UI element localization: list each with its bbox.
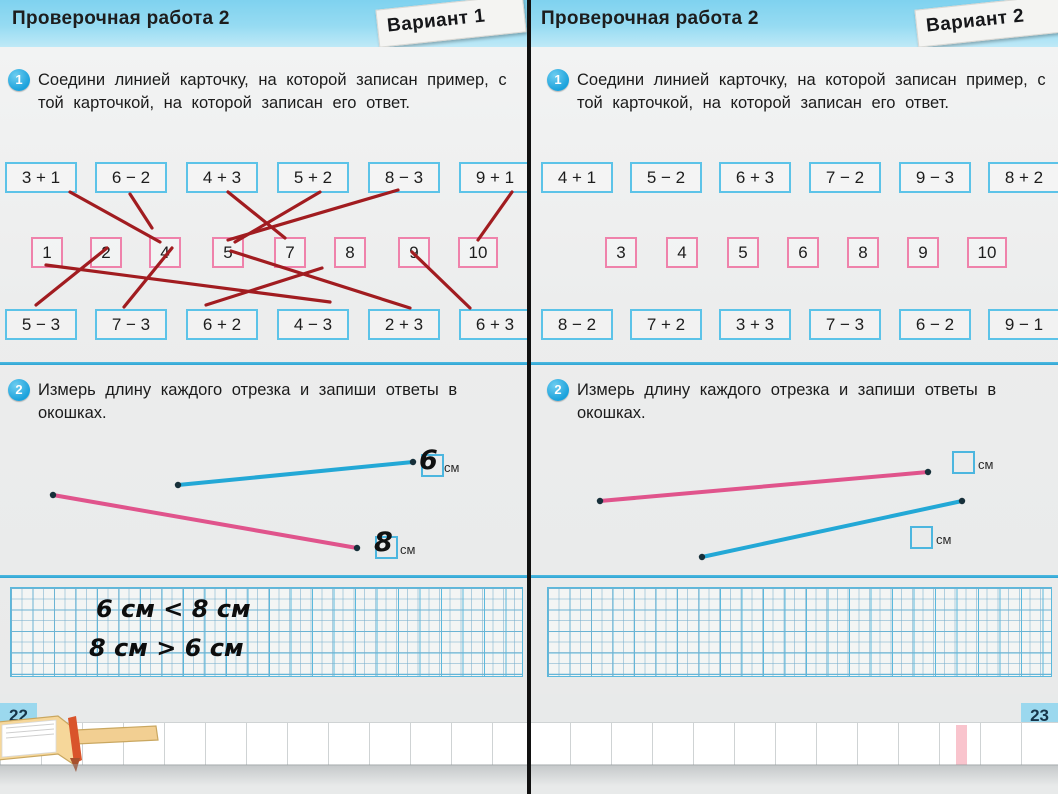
- handwritten-answer-2-left: 8: [374, 527, 393, 558]
- unit-label-2-right: см: [936, 532, 952, 547]
- segment-endpoint: [49, 491, 57, 499]
- workbook-spread: Проверочная работа 2 Вариант 1 1 Соедини…: [0, 0, 1058, 794]
- footer-shadow: [0, 764, 529, 786]
- unit-label-2-left: см: [400, 542, 416, 557]
- segment-endpoint: [596, 497, 604, 505]
- grid-minor-lines: [11, 588, 522, 676]
- unit-label-1-right: см: [978, 457, 994, 472]
- footer-ruler-right: [529, 722, 1058, 766]
- segment-endpoint: [924, 468, 932, 476]
- answer-box-2-right[interactable]: [910, 526, 933, 549]
- grid-separator-left: [0, 575, 529, 578]
- segment-cyan: [176, 460, 415, 487]
- writing-grid-left[interactable]: 6 см < 8 см 8 см > 6 см: [10, 587, 523, 677]
- writing-grid-right[interactable]: [547, 587, 1052, 677]
- unit-label-1-left: см: [444, 460, 460, 475]
- page-right: Проверочная работа 2 Вариант 2 1 Соедини…: [529, 0, 1058, 794]
- grid-minor-lines: [548, 588, 1051, 676]
- page-footer-right: 23: [529, 694, 1058, 794]
- segment-endpoint: [174, 481, 182, 489]
- grid-answer-line-2: 8 см > 6 см: [89, 634, 244, 662]
- answer-box-1-right[interactable]: [952, 451, 975, 474]
- page-left: Проверочная работа 2 Вариант 1 1 Соедини…: [0, 0, 529, 794]
- footer-shadow: [529, 764, 1058, 786]
- book-spine-divider: [527, 0, 531, 794]
- page-body-right: 1 Соедини линией карточку, на которой за…: [529, 47, 1058, 694]
- page-footer-left: 22: [0, 694, 529, 794]
- grid-answer-line-1: 6 см < 8 см: [96, 595, 251, 623]
- grid-separator-right: [529, 575, 1058, 578]
- handwritten-answer-1-left: 6: [419, 445, 438, 476]
- segment-endpoint: [353, 544, 361, 552]
- segment-endpoint: [958, 497, 966, 505]
- segment-endpoint: [409, 458, 417, 466]
- page-body-left: 1 Соедини линией карточку, на которой за…: [0, 47, 529, 694]
- segment-endpoint: [698, 553, 706, 561]
- segment-pink: [51, 493, 359, 550]
- footer-pink-marker: [956, 725, 967, 765]
- segment-pink: [598, 470, 930, 503]
